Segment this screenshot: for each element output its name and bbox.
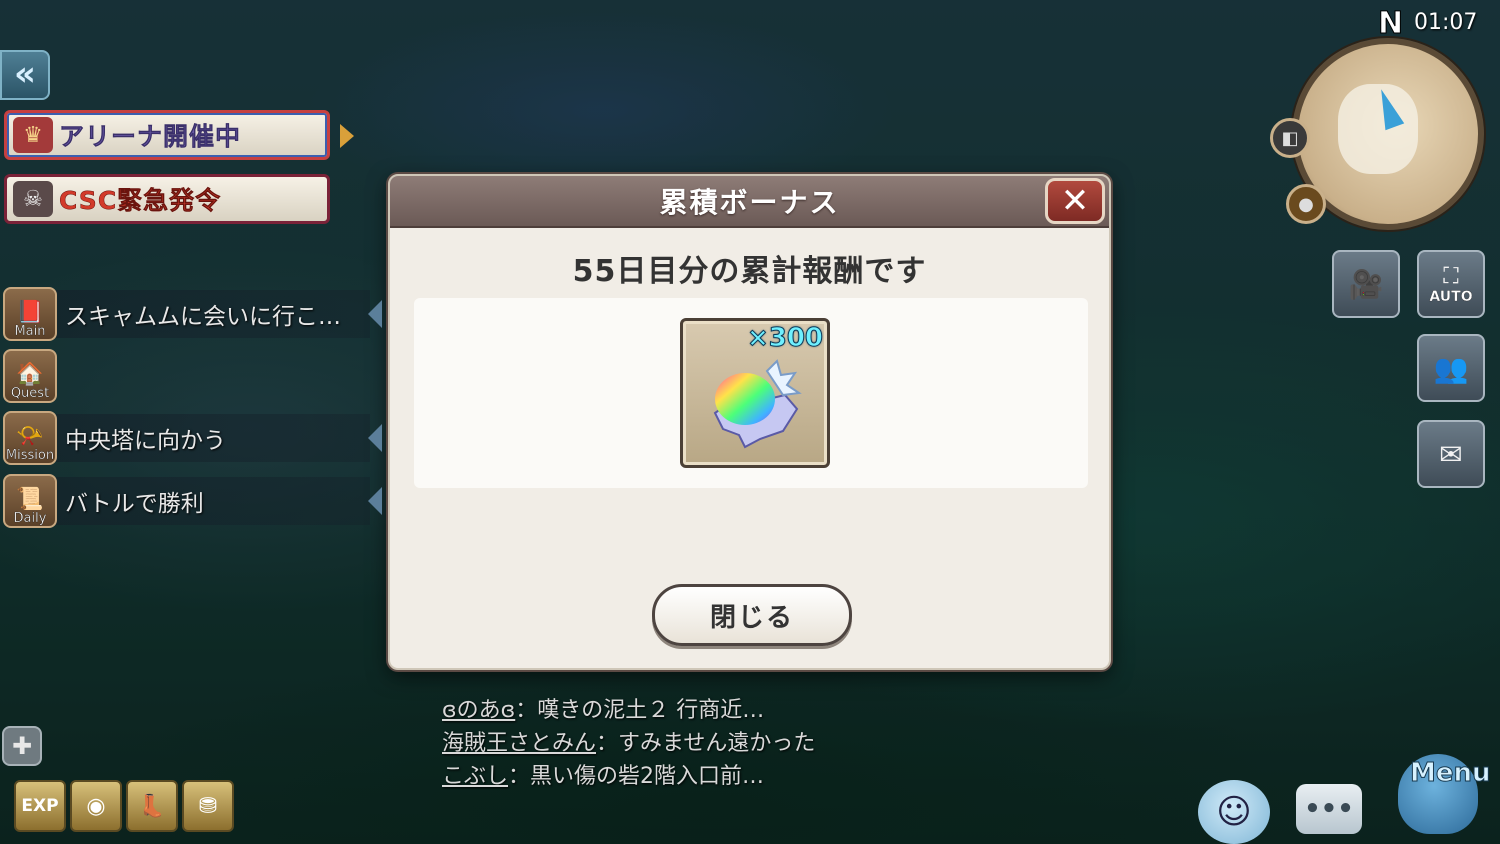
rainbow-gem-icon xyxy=(713,359,802,449)
add-shortcut-button[interactable]: ✚ xyxy=(2,726,42,766)
quest-row-mission[interactable]: 📯 Mission 中央塔に向かう xyxy=(0,411,382,465)
close-icon: ✕ xyxy=(1060,181,1090,221)
quest-row-daily[interactable]: 📜 Daily バトルで勝利 xyxy=(0,474,382,528)
quest-main-label: スキャムムに会いに行こ… xyxy=(65,304,341,330)
quest-daily-label: バトルで勝利 xyxy=(65,491,204,517)
auto-button[interactable]: ⛶ AUTO xyxy=(1417,250,1485,318)
smiley-face-icon: ☺ xyxy=(1216,792,1252,832)
auto-label: AUTO xyxy=(1429,288,1473,305)
chat-sender-link[interactable]: 海賊王さとみん xyxy=(442,731,596,756)
dialog-subtitle: 55日目分の累計報酬です xyxy=(572,254,927,289)
speed-boost-button[interactable]: 👢 xyxy=(126,780,178,832)
chat-sender-link[interactable]: こぶし xyxy=(442,764,508,789)
coin-icon: ◉ xyxy=(86,793,106,819)
arena-event-banner[interactable]: ♛ アリーナ開催中 xyxy=(4,110,330,160)
map-layer-icon: ◧ xyxy=(1281,127,1299,149)
quest-collapse-tab[interactable] xyxy=(368,300,382,328)
dialog-title: 累積ボーナス xyxy=(659,186,840,219)
chat-text: ：嘆きの泥土２ 行商近… xyxy=(515,698,765,723)
mission-horn-icon: 📯 Mission xyxy=(3,411,57,465)
quest-collapse-tab[interactable] xyxy=(368,487,382,515)
chat-log[interactable]: ɞのあɞ：嘆きの泥土２ 行商近… 海賊王さとみん：すみません遠かった こぶし：黒… xyxy=(442,692,815,791)
chat-text: ：すみません遠かった xyxy=(596,731,816,756)
menu-button[interactable]: Menu xyxy=(1380,740,1496,844)
compass-north: N xyxy=(1377,6,1404,42)
map-view-toggle-button[interactable]: ◧ xyxy=(1270,118,1310,158)
quest-mission-label: 中央塔に向かう xyxy=(65,428,226,454)
boot-icon: 👢 xyxy=(138,793,166,819)
quest-board-icon: 🏠 Quest xyxy=(3,349,57,403)
chat-text: ：黒い傷の砦2階入口前… xyxy=(508,764,765,789)
drop-boost-button[interactable]: ⛃ xyxy=(182,780,234,832)
arena-crest-icon: ♛ xyxy=(13,117,53,153)
reward-panel: ×300 xyxy=(414,298,1088,488)
reward-quantity: ×300 xyxy=(746,323,823,354)
quest-row-main[interactable]: 📕 Main スキャムムに会いに行こ… xyxy=(0,287,382,341)
mail-group-icon: ✉ xyxy=(1439,437,1463,471)
basket-icon: ⛃ xyxy=(198,793,218,819)
csc-skull-icon: ☠ xyxy=(13,181,53,217)
chat-button[interactable]: ••• xyxy=(1296,784,1362,834)
quest-row-quest[interactable]: 🏠 Quest xyxy=(0,349,380,403)
main-quest-book-icon: 📕 Main xyxy=(3,287,57,341)
party-members-icon: 👥 xyxy=(1433,351,1469,385)
double-chevron-left-icon: « xyxy=(14,54,36,94)
menu-label: Menu xyxy=(1410,758,1492,789)
plus-icon: ✚ xyxy=(11,732,33,760)
party-button[interactable]: 👥 xyxy=(1417,334,1485,402)
csc-event-banner[interactable]: ☠ CSC緊急発令 xyxy=(4,174,330,224)
csc-banner-label: CSC緊急発令 xyxy=(59,186,222,216)
exp-boost-button[interactable]: EXP xyxy=(14,780,66,832)
exp-label: EXP xyxy=(21,796,59,816)
close-button[interactable]: 閉じる xyxy=(652,584,852,646)
chat-message: こぶし：黒い傷の砦2階入口前… xyxy=(442,758,815,791)
video-camera-icon: 🎥 xyxy=(1348,267,1384,301)
dialog-header: 累積ボーナス xyxy=(390,176,1109,228)
reward-item-slot[interactable]: ×300 xyxy=(680,318,830,468)
speech-bubble-icon: ••• xyxy=(1304,794,1354,824)
daily-scroll-icon: 📜 Daily xyxy=(3,474,57,528)
cumulative-bonus-dialog: 累積ボーナス ✕ 55日目分の累計報酬です ×300 閉じる xyxy=(388,174,1111,670)
invite-mail-button[interactable]: ✉ xyxy=(1417,420,1485,488)
camera-button[interactable]: 🎥 xyxy=(1332,250,1400,318)
map-pet-button[interactable]: ● xyxy=(1286,184,1326,224)
emote-button[interactable]: ☺ xyxy=(1198,780,1270,844)
chat-message: 海賊王さとみん：すみません遠かった xyxy=(442,725,815,758)
chat-message: ɞのあɞ：嘆きの泥土２ 行商近… xyxy=(442,692,815,725)
gold-boost-button[interactable]: ◉ xyxy=(70,780,122,832)
chat-sender-link[interactable]: ɞのあɞ xyxy=(442,698,515,723)
dialog-close-x-button[interactable]: ✕ xyxy=(1045,178,1105,224)
clock-display: 01:07 xyxy=(1414,10,1478,35)
pet-face-icon: ● xyxy=(1298,193,1314,215)
banner-expand-arrow-icon[interactable] xyxy=(340,124,354,148)
auto-target-icon: ⛶ xyxy=(1443,263,1459,289)
back-button[interactable]: « xyxy=(0,50,50,100)
quest-collapse-tab[interactable] xyxy=(368,424,382,452)
arena-banner-label: アリーナ開催中 xyxy=(59,122,242,152)
